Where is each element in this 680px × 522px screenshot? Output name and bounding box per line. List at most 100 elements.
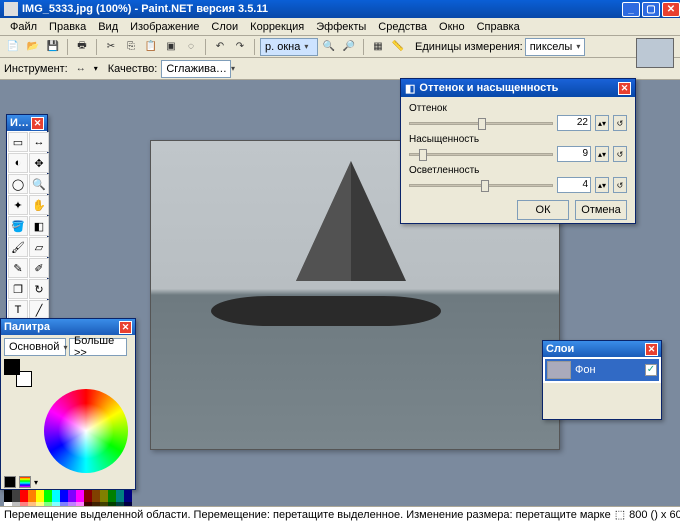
palette-swatch[interactable] bbox=[52, 490, 60, 502]
hue-input[interactable]: 22 bbox=[557, 115, 591, 131]
open-icon[interactable]: 📂 bbox=[24, 38, 42, 56]
palette-swatch[interactable] bbox=[44, 490, 52, 502]
menu-Правка[interactable]: Правка bbox=[43, 19, 92, 35]
ruler-icon[interactable]: 📏 bbox=[389, 38, 407, 56]
palette-swatch[interactable] bbox=[12, 490, 20, 502]
units-combo[interactable]: пикселы▾ bbox=[525, 38, 585, 56]
palette-swatch[interactable] bbox=[60, 490, 68, 502]
palette-titlebar[interactable]: Палитра ✕ bbox=[1, 319, 135, 335]
tool-rect-select[interactable]: ▭ bbox=[8, 132, 28, 152]
tool-lasso[interactable]: ◐ bbox=[8, 153, 28, 173]
tool-move[interactable]: ↔ bbox=[29, 132, 49, 152]
palette-swatch[interactable] bbox=[36, 490, 44, 502]
maximize-button[interactable]: ▢ bbox=[642, 2, 660, 17]
tool-wand[interactable]: ✦ bbox=[8, 195, 28, 215]
sat-spin[interactable]: ▴▾ bbox=[595, 146, 609, 162]
hue-sat-titlebar[interactable]: ◧ Оттенок и насыщенность ✕ bbox=[401, 79, 635, 97]
palette-swatch[interactable] bbox=[100, 490, 108, 502]
menu-Эффекты[interactable]: Эффекты bbox=[310, 19, 372, 35]
tool-ellipse-select[interactable]: ◯ bbox=[8, 174, 28, 194]
palette-swatch[interactable] bbox=[4, 490, 12, 502]
layer-visible-checkbox[interactable]: ✓ bbox=[645, 364, 657, 376]
tool-move-sel[interactable]: ✥ bbox=[29, 153, 49, 173]
palette-swatch[interactable] bbox=[76, 490, 84, 502]
palette-swatch[interactable] bbox=[20, 490, 28, 502]
tool-clone[interactable]: ❐ bbox=[8, 279, 28, 299]
palette-swatch[interactable] bbox=[108, 490, 116, 502]
zoom-out-icon[interactable]: 🔎 bbox=[340, 38, 358, 56]
current-tool-icon[interactable]: ↔ bbox=[72, 60, 90, 78]
tool-recolor[interactable]: ↻ bbox=[29, 279, 49, 299]
quality-combo[interactable]: Сглажива…▾ bbox=[161, 60, 231, 78]
document-thumbnail[interactable] bbox=[636, 38, 674, 68]
tool-zoom[interactable]: 🔍 bbox=[29, 174, 49, 194]
primary-swatches[interactable] bbox=[4, 359, 32, 387]
copy-icon[interactable]: ⎘ bbox=[122, 38, 140, 56]
zoom-combo[interactable]: р. окна▾ bbox=[260, 38, 318, 56]
print-icon[interactable]: 🖶 bbox=[73, 38, 91, 56]
tool-gradient[interactable]: ◧ bbox=[29, 216, 49, 236]
palette-swatch[interactable] bbox=[124, 490, 132, 502]
tool-line[interactable]: ╱ bbox=[29, 300, 49, 320]
save-icon[interactable]: 💾 bbox=[44, 38, 62, 56]
deselect-icon[interactable]: ◌ bbox=[182, 38, 200, 56]
cut-icon[interactable]: ✂ bbox=[102, 38, 120, 56]
tool-brush[interactable]: 🖌 bbox=[8, 237, 28, 257]
cancel-button[interactable]: Отмена bbox=[575, 200, 627, 220]
light-slider[interactable] bbox=[409, 184, 553, 187]
menu-Вид[interactable]: Вид bbox=[92, 19, 124, 35]
sat-input[interactable]: 9 bbox=[557, 146, 591, 162]
close-button[interactable]: ✕ bbox=[662, 2, 680, 17]
hue-spin[interactable]: ▴▾ bbox=[595, 115, 609, 131]
minimize-button[interactable]: _ bbox=[622, 2, 640, 17]
hue-reset[interactable]: ↺ bbox=[613, 115, 627, 131]
tools-panel-title: И… bbox=[10, 117, 31, 129]
sat-slider[interactable] bbox=[409, 153, 553, 156]
tool-eraser[interactable]: ▱ bbox=[29, 237, 49, 257]
palette-close[interactable]: ✕ bbox=[119, 321, 132, 334]
undo-icon[interactable]: ↶ bbox=[211, 38, 229, 56]
palette-swatch[interactable] bbox=[92, 490, 100, 502]
redo-icon[interactable]: ↷ bbox=[231, 38, 249, 56]
tool-text[interactable]: T bbox=[8, 300, 28, 320]
swatch-black[interactable] bbox=[4, 476, 16, 488]
menu-Коррекция[interactable]: Коррекция bbox=[244, 19, 310, 35]
layers-close[interactable]: ✕ bbox=[645, 343, 658, 356]
tools-panel-close[interactable]: ✕ bbox=[31, 117, 44, 130]
ok-button[interactable]: ОК bbox=[517, 200, 569, 220]
tool-fill[interactable]: 🪣 bbox=[8, 216, 28, 236]
tools-panel-titlebar[interactable]: И… ✕ bbox=[7, 115, 47, 131]
menu-Слои[interactable]: Слои bbox=[205, 19, 244, 35]
primary-combo[interactable]: Основной▾ bbox=[4, 338, 66, 356]
paste-icon[interactable]: 📋 bbox=[142, 38, 160, 56]
layer-row[interactable]: Фон ✓ bbox=[545, 359, 659, 381]
hue-sat-close[interactable]: ✕ bbox=[618, 82, 631, 95]
crop-icon[interactable]: ▣ bbox=[162, 38, 180, 56]
menu-Изображение[interactable]: Изображение bbox=[124, 19, 205, 35]
fg-color-swatch[interactable] bbox=[4, 359, 20, 375]
light-spin[interactable]: ▴▾ bbox=[595, 177, 609, 193]
palette-swatch[interactable] bbox=[116, 490, 124, 502]
new-icon[interactable]: 📄 bbox=[4, 38, 22, 56]
status-size: 800 () x 600 () bbox=[629, 509, 680, 521]
layers-titlebar[interactable]: Слои ✕ bbox=[543, 341, 661, 357]
sat-reset[interactable]: ↺ bbox=[613, 146, 627, 162]
swatch-spectrum[interactable] bbox=[19, 476, 31, 488]
menu-Файл[interactable]: Файл bbox=[4, 19, 43, 35]
hue-slider[interactable] bbox=[409, 122, 553, 125]
palette-swatch[interactable] bbox=[28, 490, 36, 502]
menu-Окно[interactable]: Окно bbox=[433, 19, 471, 35]
color-wheel[interactable] bbox=[44, 389, 128, 473]
light-input[interactable]: 4 bbox=[557, 177, 591, 193]
tool-pencil[interactable]: ✎ bbox=[8, 258, 28, 278]
menu-Средства[interactable]: Средства bbox=[372, 19, 433, 35]
grid-icon[interactable]: ▦ bbox=[369, 38, 387, 56]
zoom-in-icon[interactable]: 🔍 bbox=[320, 38, 338, 56]
tool-pan[interactable]: ✋ bbox=[29, 195, 49, 215]
menu-Справка[interactable]: Справка bbox=[471, 19, 526, 35]
more-button[interactable]: Больше >> bbox=[69, 338, 127, 356]
tool-picker[interactable]: ✐ bbox=[29, 258, 49, 278]
light-reset[interactable]: ↺ bbox=[613, 177, 627, 193]
palette-swatch[interactable] bbox=[68, 490, 76, 502]
palette-swatch[interactable] bbox=[84, 490, 92, 502]
